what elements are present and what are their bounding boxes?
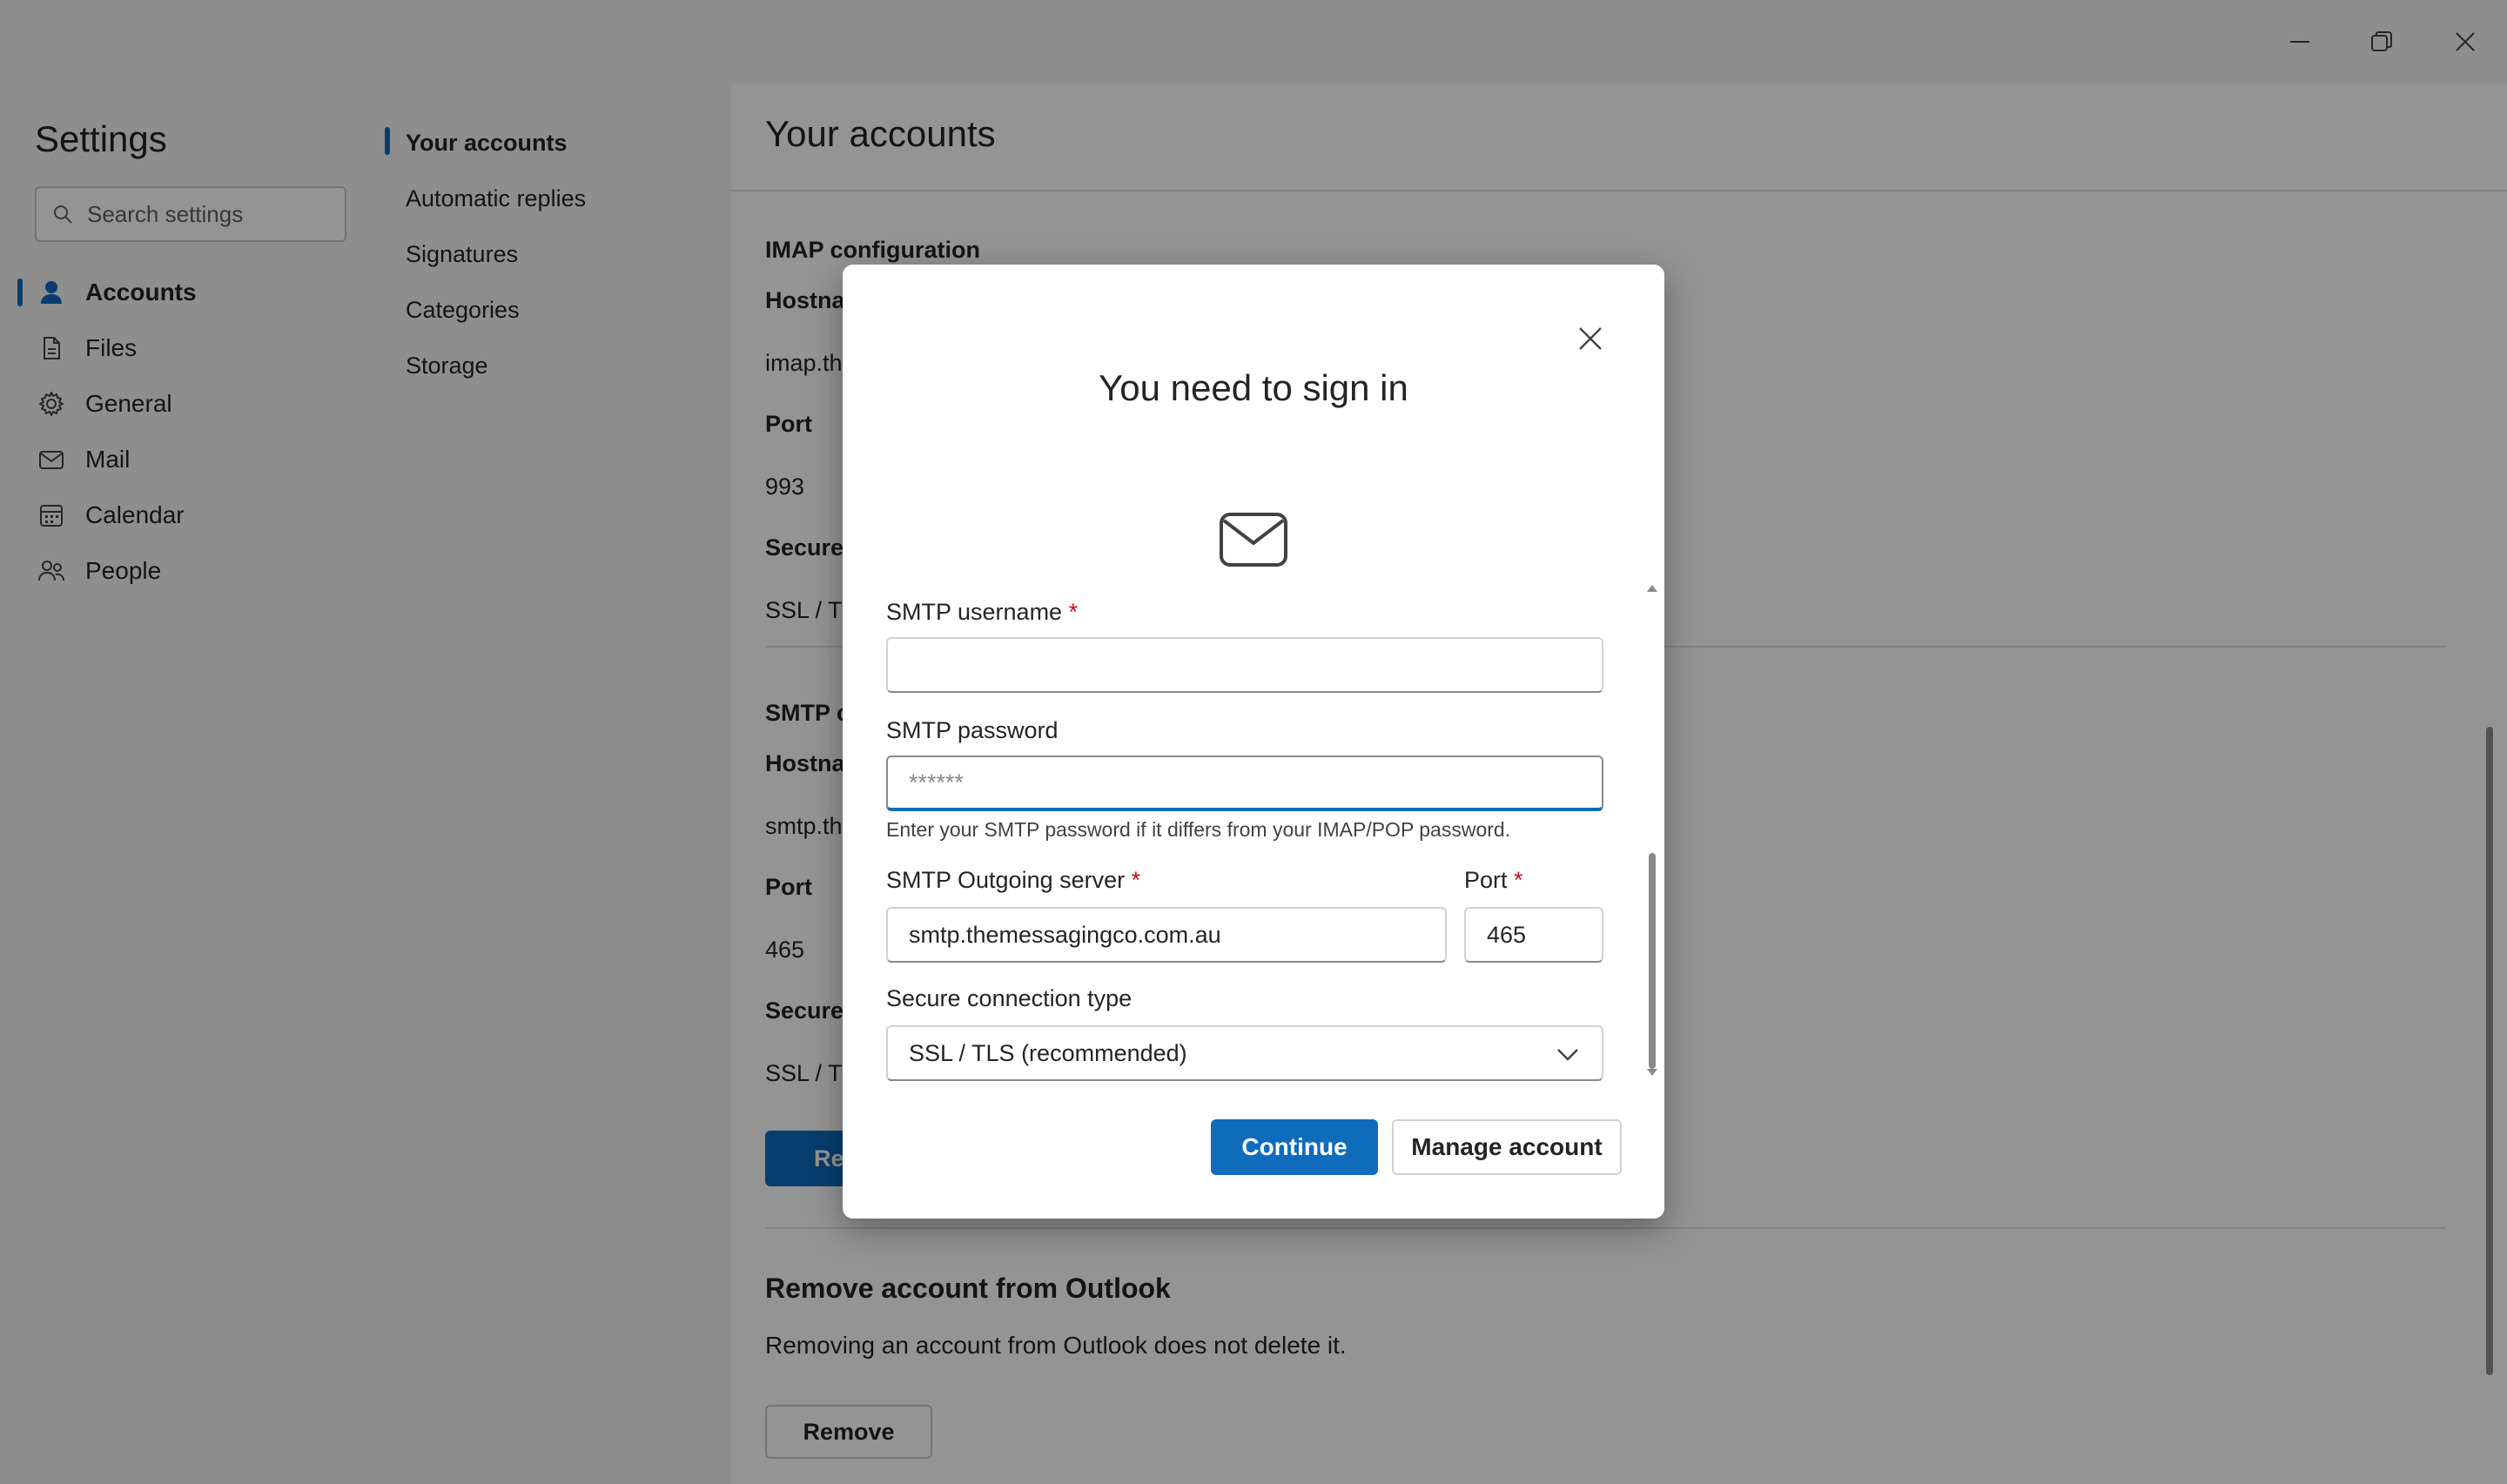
sign-in-dialog: You need to sign in SMTP username * SMTP… (843, 265, 1664, 1219)
manage-account-button[interactable]: Manage account (1392, 1119, 1622, 1175)
scroll-down-icon[interactable] (1646, 1067, 1658, 1078)
dialog-scrollbar-thumb[interactable] (1649, 853, 1656, 1069)
secure-connection-value: SSL / TLS (recommended) (909, 1039, 1187, 1066)
smtp-password-hint: Enter your SMTP password if it differs f… (886, 818, 1511, 841)
smtp-server-label: SMTP Outgoing server * (886, 867, 1141, 893)
dialog-title: You need to sign in (1099, 367, 1408, 408)
smtp-server-input[interactable] (886, 907, 1447, 963)
scroll-up-icon[interactable] (1646, 583, 1658, 594)
port-label: Port * (1464, 867, 1523, 893)
smtp-password-input[interactable] (886, 755, 1603, 811)
dialog-close-icon[interactable] (1569, 317, 1612, 360)
secure-connection-label: Secure connection type (886, 985, 1133, 1011)
continue-button[interactable]: Continue (1211, 1119, 1378, 1175)
port-input[interactable] (1464, 907, 1603, 963)
smtp-username-input[interactable] (886, 637, 1603, 693)
smtp-password-label: SMTP password (886, 717, 1059, 743)
smtp-username-label: SMTP username * (886, 599, 1079, 625)
chevron-down-icon (1557, 1049, 1578, 1061)
secure-connection-select[interactable]: SSL / TLS (recommended) (886, 1025, 1603, 1081)
mail-icon (1220, 513, 1287, 567)
